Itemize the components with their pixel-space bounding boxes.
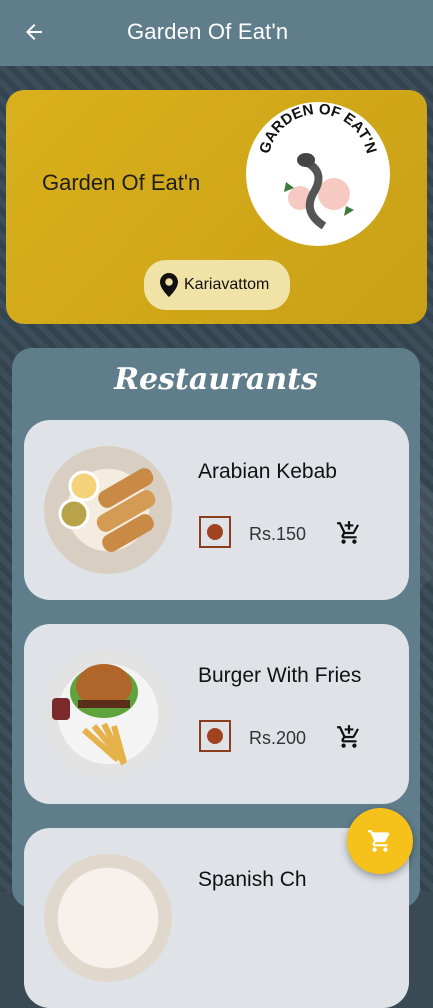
food-image: [44, 854, 172, 982]
shopping-cart-icon: [368, 830, 390, 852]
restaurant-header-card: Garden Of Eat'n GARDEN OF EAT'N Kariavat…: [6, 90, 427, 324]
page-title: Garden Of Eat'n: [127, 19, 289, 44]
cart-fab-button[interactable]: [347, 808, 413, 874]
add-to-cart-icon[interactable]: [336, 520, 362, 546]
item-price: Rs.200: [249, 728, 307, 748]
app-bar: Garden Of Eat'n: [0, 0, 433, 66]
menu-item-card[interactable]: Arabian Kebab Rs.150: [24, 420, 409, 600]
food-image: [44, 650, 172, 778]
item-name: Arabian Kebab: [198, 460, 337, 483]
item-name: Spanish Ch: [198, 868, 307, 891]
svg-text:GARDEN OF EAT'N: GARDEN OF EAT'N: [256, 102, 380, 156]
item-name: Burger With Fries: [198, 664, 362, 687]
add-to-cart-icon[interactable]: [336, 724, 362, 750]
logo-text: GARDEN OF EAT'N: [256, 102, 380, 156]
non-veg-indicator-icon: [199, 720, 231, 752]
menu-item-card[interactable]: Burger With Fries Rs.200: [24, 624, 409, 804]
back-arrow-icon[interactable]: [22, 20, 46, 44]
location-label: Kariavattom: [184, 276, 270, 293]
restaurant-name: Garden Of Eat'n: [42, 170, 201, 195]
location-chip[interactable]: Kariavattom: [144, 260, 290, 310]
restaurant-logo: GARDEN OF EAT'N: [246, 102, 390, 246]
location-pin-icon: [160, 273, 178, 297]
item-price: Rs.150: [249, 524, 307, 544]
section-title: Restaurants: [114, 362, 318, 397]
non-veg-indicator-icon: [199, 516, 231, 548]
food-image: [44, 446, 172, 574]
